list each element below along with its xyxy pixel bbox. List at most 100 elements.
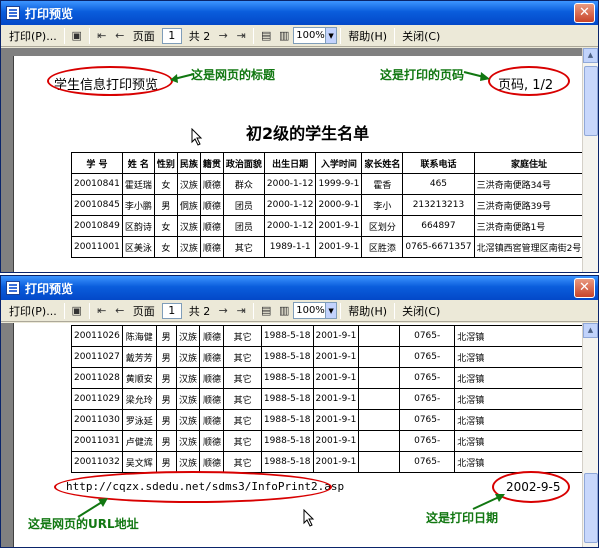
- table-cell: 三洪奇南便路1号: [473, 215, 584, 237]
- one-page-view-icon[interactable]: ▤: [258, 303, 274, 319]
- table-cell: 北滘镇: [454, 346, 584, 368]
- page-number-input[interactable]: 1: [161, 27, 182, 44]
- table-cell: 20011031: [71, 430, 123, 452]
- column-header: 学 号: [71, 152, 123, 174]
- table-cell: 2001-9-1: [312, 346, 360, 368]
- table-cell: 汉族: [175, 346, 201, 368]
- table-cell: 顺德: [199, 236, 224, 258]
- mouse-cursor-icon: [303, 509, 315, 527]
- title-bar[interactable]: 打印预览 ✕: [1, 276, 598, 300]
- toolbar-separator: [253, 27, 255, 44]
- column-header: 民族: [176, 152, 201, 174]
- close-window-button[interactable]: ✕: [574, 278, 595, 298]
- column-header: 联系电话: [402, 152, 475, 174]
- table-cell: 0765-: [399, 388, 456, 410]
- first-page-icon[interactable]: ⇤: [94, 303, 110, 319]
- table-cell: 吴文辉: [121, 451, 157, 473]
- table-cell: 0765-: [399, 451, 456, 473]
- next-page-icon[interactable]: →: [215, 28, 231, 44]
- table-cell: 北滘镇: [454, 367, 584, 389]
- table-cell: 区韵诗: [121, 215, 155, 237]
- roster-table: 学 号姓 名性别 民族 籍贯 政治面貌 出生日期 入学时间 家长姓名 联系电话 家庭住址 2001…: [71, 152, 584, 258]
- last-page-icon[interactable]: ⇥: [233, 303, 249, 319]
- table-cell: 顺德: [199, 451, 225, 473]
- arrow-icon: [463, 71, 490, 81]
- zoom-select[interactable]: 100% ▼: [293, 302, 338, 319]
- total-pages-label: 共 2: [188, 29, 211, 43]
- table-cell: 0765-: [399, 325, 456, 347]
- scroll-up-icon[interactable]: ▲: [583, 48, 598, 63]
- vertical-scrollbar[interactable]: ▲: [582, 323, 598, 547]
- arrow-icon: [77, 498, 108, 518]
- table-cell: 2001-9-1: [315, 215, 363, 237]
- zoom-select[interactable]: 100% ▼: [293, 27, 338, 44]
- table-cell: 男: [153, 194, 178, 216]
- table-cell: 汉族: [175, 430, 201, 452]
- roster-table: 20011026 陈海健男汉族 顺德 其它 1988-5-18 2001-9-1 0765-…: [71, 325, 584, 473]
- table-header-row: 学 号姓 名性别 民族 籍贯 政治面貌 出生日期 入学时间 家长姓名 联系电话 家庭住址: [71, 152, 584, 174]
- highlight-ellipse: [47, 66, 173, 96]
- scrollbar-thumb[interactable]: [584, 473, 598, 543]
- previous-page-icon[interactable]: ←: [112, 303, 128, 319]
- table-cell: 其它: [223, 388, 262, 410]
- table-cell: 1988-5-18: [260, 409, 314, 431]
- scrollbar-thumb[interactable]: [584, 66, 598, 136]
- table-cell: 1988-5-18: [260, 430, 314, 452]
- table-cell: 2000-1-12: [263, 194, 317, 216]
- column-header: 姓 名: [121, 152, 155, 174]
- toolbar-separator: [63, 302, 65, 319]
- table-cell: 20011030: [71, 409, 123, 431]
- preview-area: 20011026 陈海健男汉族 顺德 其它 1988-5-18 2001-9-1 0765-…: [1, 323, 584, 547]
- vertical-scrollbar[interactable]: ▲: [582, 48, 598, 272]
- column-header: 家庭住址: [473, 152, 584, 174]
- table-cell: 女: [153, 236, 178, 258]
- table-cell: 20011028: [71, 367, 123, 389]
- two-page-view-icon[interactable]: ▥: [276, 303, 292, 319]
- scroll-up-icon[interactable]: ▲: [583, 323, 598, 338]
- close-button[interactable]: 关闭(C): [398, 26, 444, 46]
- help-button[interactable]: 帮助(H): [344, 301, 391, 321]
- last-page-icon[interactable]: ⇥: [233, 28, 249, 44]
- zoom-value: 100%: [296, 30, 325, 41]
- two-page-view-icon[interactable]: ▥: [276, 28, 292, 44]
- table-cell: 区划分: [361, 215, 404, 237]
- table-cell: 北滘镇: [454, 409, 584, 431]
- previous-page-icon[interactable]: ←: [112, 28, 128, 44]
- one-page-view-icon[interactable]: ▤: [258, 28, 274, 44]
- help-button[interactable]: 帮助(H): [344, 26, 391, 46]
- roster-heading: 初2级的学生名单: [246, 124, 370, 143]
- print-button[interactable]: 打印(P)...: [5, 301, 61, 321]
- table-cell: 20011032: [71, 451, 123, 473]
- table-cell: 2001-9-1: [312, 409, 360, 431]
- table-cell: 顺德: [199, 346, 225, 368]
- title-bar[interactable]: 打印预览 ✕: [1, 1, 598, 25]
- column-header: 政治面貌: [222, 152, 265, 174]
- table-cell: 男: [155, 367, 177, 389]
- page-label: 页面: [132, 304, 155, 318]
- table-cell: 顺德: [199, 194, 224, 216]
- table-cell: [358, 409, 401, 431]
- table-cell: 男: [155, 451, 177, 473]
- print-button[interactable]: 打印(P)...: [5, 26, 61, 46]
- table-cell: 顺德: [199, 325, 225, 347]
- table-row: 20011001 区美泳女汉族 顺德 其它 1989-1-1 2001-9-1 区胜添 076…: [71, 236, 584, 258]
- close-button[interactable]: 关闭(C): [398, 301, 444, 321]
- close-window-button[interactable]: ✕: [574, 3, 595, 23]
- table-cell: 北滘镇西窖管理区南街2号: [473, 236, 584, 258]
- next-page-icon[interactable]: →: [215, 303, 231, 319]
- table-cell: 1988-5-18: [260, 325, 314, 347]
- table-cell: 顺德: [199, 409, 225, 431]
- page-number-input[interactable]: 1: [161, 302, 182, 319]
- table-cell: 顺德: [199, 367, 225, 389]
- table-cell: 0765-: [399, 346, 456, 368]
- page-setup-icon[interactable]: ▣: [69, 28, 85, 44]
- table-row: 20011026 陈海健男汉族 顺德 其它 1988-5-18 2001-9-1 0765-…: [71, 325, 584, 347]
- table-cell: 其它: [223, 325, 262, 347]
- highlight-ellipse: [488, 66, 570, 96]
- preview-area: 学生信息打印预览 这是网页的标题 页码, 1/2 这是打印的页码 初2级的学生名…: [1, 48, 584, 272]
- table-cell: 2001-9-1: [315, 236, 363, 258]
- first-page-icon[interactable]: ⇤: [94, 28, 110, 44]
- page-setup-icon[interactable]: ▣: [69, 303, 85, 319]
- table-cell: 李小: [361, 194, 404, 216]
- table-cell: 男: [155, 409, 177, 431]
